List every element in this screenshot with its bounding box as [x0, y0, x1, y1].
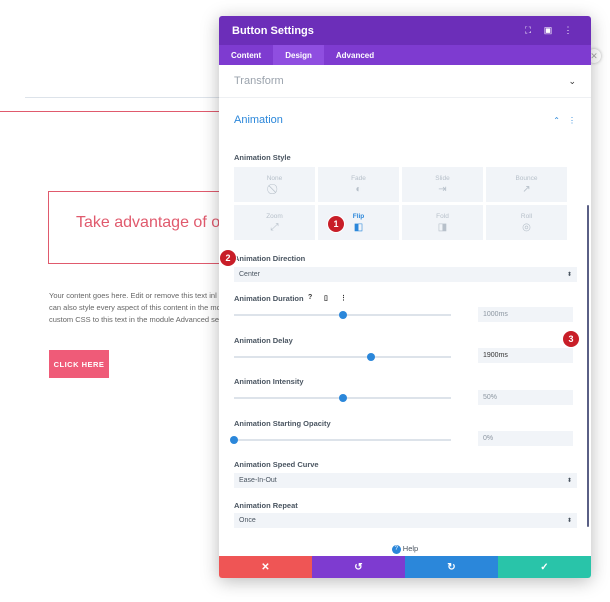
animation-style-label: Flip	[352, 212, 365, 220]
modal-body: Transform ⌄ Animation ⌃ ⋮ Animation Styl…	[219, 65, 591, 546]
animation-delay-slider[interactable]	[234, 356, 451, 358]
background-paragraph-line: Your content goes here. Edit or remove t…	[49, 291, 217, 300]
tab-content[interactable]: Content	[219, 45, 273, 65]
sidebar-icon[interactable]: ▣	[538, 25, 558, 36]
tab-advanced[interactable]: Advanced	[324, 45, 386, 65]
close-icon: ✕	[261, 561, 270, 573]
animation-direction-label: Animation Direction	[234, 254, 306, 263]
chevron-down-icon: ⌄	[568, 75, 576, 86]
animation-style-label: Roll	[520, 212, 533, 220]
animation-speed-curve-value: Ease-In-Out	[239, 477, 277, 484]
animation-intensity-label: Animation Intensity	[234, 377, 304, 386]
background-headline: Take advantage of ou	[76, 214, 219, 231]
transform-title: Transform	[234, 75, 284, 87]
help-icon: ?	[391, 544, 401, 554]
animation-repeat-select[interactable]: Once ⬍	[234, 513, 577, 528]
animation-duration-handle[interactable]	[338, 311, 347, 319]
animation-style-label: Zoom	[266, 212, 283, 220]
zoom-icon: ⤢	[270, 221, 279, 233]
background-paragraph-line: can also style every aspect of this cont…	[49, 303, 219, 312]
modal-title: Button Settings	[232, 24, 314, 37]
animation-intensity-handle[interactable]	[338, 394, 347, 402]
animation-starting-opacity-slider[interactable]	[234, 439, 451, 441]
mobile-icon[interactable]: ▯	[324, 294, 328, 302]
callout-badge: 2	[220, 250, 236, 266]
animation-style-label: Fold	[436, 212, 449, 220]
animation-delay-input[interactable]: 1900ms	[478, 348, 573, 363]
select-arrows-icon: ⬍	[566, 478, 572, 484]
redo-icon: ↻	[447, 561, 456, 573]
check-icon: ✓	[540, 561, 549, 573]
modal-tabs: Content Design Advanced	[219, 45, 591, 65]
animation-starting-opacity-input[interactable]: 0%	[478, 431, 573, 446]
animation-style-bounce[interactable]: Bounce ↗	[486, 167, 567, 202]
animation-starting-opacity-label: Animation Starting Opacity	[234, 419, 331, 428]
background-paragraph: Your content goes here. Edit or remove t…	[49, 290, 219, 326]
animation-delay-handle[interactable]	[366, 353, 375, 361]
animation-duration-input[interactable]: 1000ms	[478, 307, 573, 322]
undo-icon: ↺	[354, 561, 363, 573]
animation-style-roll[interactable]: Roll ◎	[486, 205, 567, 240]
fade-icon: ◐	[355, 183, 362, 195]
animation-style-label: Bounce	[515, 174, 538, 182]
select-arrows-icon: ⬍	[566, 272, 572, 278]
modal-scrollbar[interactable]	[587, 205, 589, 527]
animation-direction-value: Center	[239, 271, 261, 278]
chevron-up-icon[interactable]: ⌃	[553, 116, 560, 125]
animation-style-label: Animation Style	[234, 153, 291, 162]
tab-design[interactable]: Design	[273, 45, 324, 65]
callout-badge: 3	[563, 331, 579, 347]
background-paragraph-line: custom CSS to this text in the module Ad…	[49, 315, 219, 324]
animation-style-fold[interactable]: Fold ◨	[402, 205, 483, 240]
animation-style-fade[interactable]: Fade ◐	[318, 167, 399, 202]
animation-style-label: Slide	[435, 174, 450, 182]
animation-delay-label: Animation Delay	[234, 336, 293, 345]
animation-speed-curve-select[interactable]: Ease-In-Out ⬍	[234, 473, 577, 488]
modal-footer: ✕ ↺ ↻ ✓	[219, 556, 591, 578]
more-icon[interactable]: ⋮	[568, 116, 576, 125]
background-click-here-button[interactable]: CLICK HERE	[49, 350, 109, 378]
animation-title: Animation	[234, 114, 283, 126]
save-button[interactable]: ✓	[498, 556, 591, 578]
animation-style-label: None	[266, 174, 283, 182]
modal-header: Button Settings ⛶ ▣ ⋮	[219, 16, 591, 45]
help-link[interactable]: ? Help	[219, 544, 591, 554]
background-divider	[25, 97, 225, 98]
animation-speed-curve-label: Animation Speed Curve	[234, 460, 319, 469]
roll-icon: ◎	[522, 221, 531, 233]
bounce-icon: ↗	[522, 183, 531, 195]
animation-repeat-label: Animation Repeat	[234, 501, 298, 510]
undo-button[interactable]: ↺	[312, 556, 405, 578]
callout-badge: 1	[328, 216, 344, 232]
more-icon[interactable]: ⋮	[558, 25, 578, 36]
redo-button[interactable]: ↻	[405, 556, 498, 578]
animation-intensity-input[interactable]: 50%	[478, 390, 573, 405]
animation-starting-opacity-handle[interactable]	[230, 436, 238, 444]
animation-style-zoom[interactable]: Zoom ⤢	[234, 205, 315, 240]
transform-section-toggle[interactable]: Transform ⌄	[219, 65, 591, 98]
animation-style-none[interactable]: None⃠	[234, 167, 315, 202]
cancel-button[interactable]: ✕	[219, 556, 312, 578]
fold-icon: ◨	[437, 221, 448, 233]
animation-section-toggle[interactable]: Animation ⌃ ⋮	[219, 105, 591, 135]
animation-repeat-value: Once	[239, 517, 256, 524]
slide-icon: ⇥	[438, 183, 447, 195]
animation-style-label: Fade	[351, 174, 366, 182]
help-label: Help	[402, 544, 419, 553]
more-icon[interactable]: ⋮	[340, 294, 347, 302]
animation-style-slide[interactable]: Slide ⇥	[402, 167, 483, 202]
button-settings-modal: Button Settings ⛶ ▣ ⋮ Content Design Adv…	[219, 16, 591, 578]
animation-duration-label: Animation Duration	[234, 294, 304, 303]
background-accent-line	[0, 111, 220, 112]
help-icon[interactable]: ?	[308, 294, 312, 301]
select-arrows-icon: ⬍	[566, 518, 572, 524]
animation-direction-select[interactable]: Center ⬍	[234, 267, 577, 282]
flip-icon: ◧	[353, 221, 364, 233]
expand-icon[interactable]: ⛶	[518, 25, 538, 36]
